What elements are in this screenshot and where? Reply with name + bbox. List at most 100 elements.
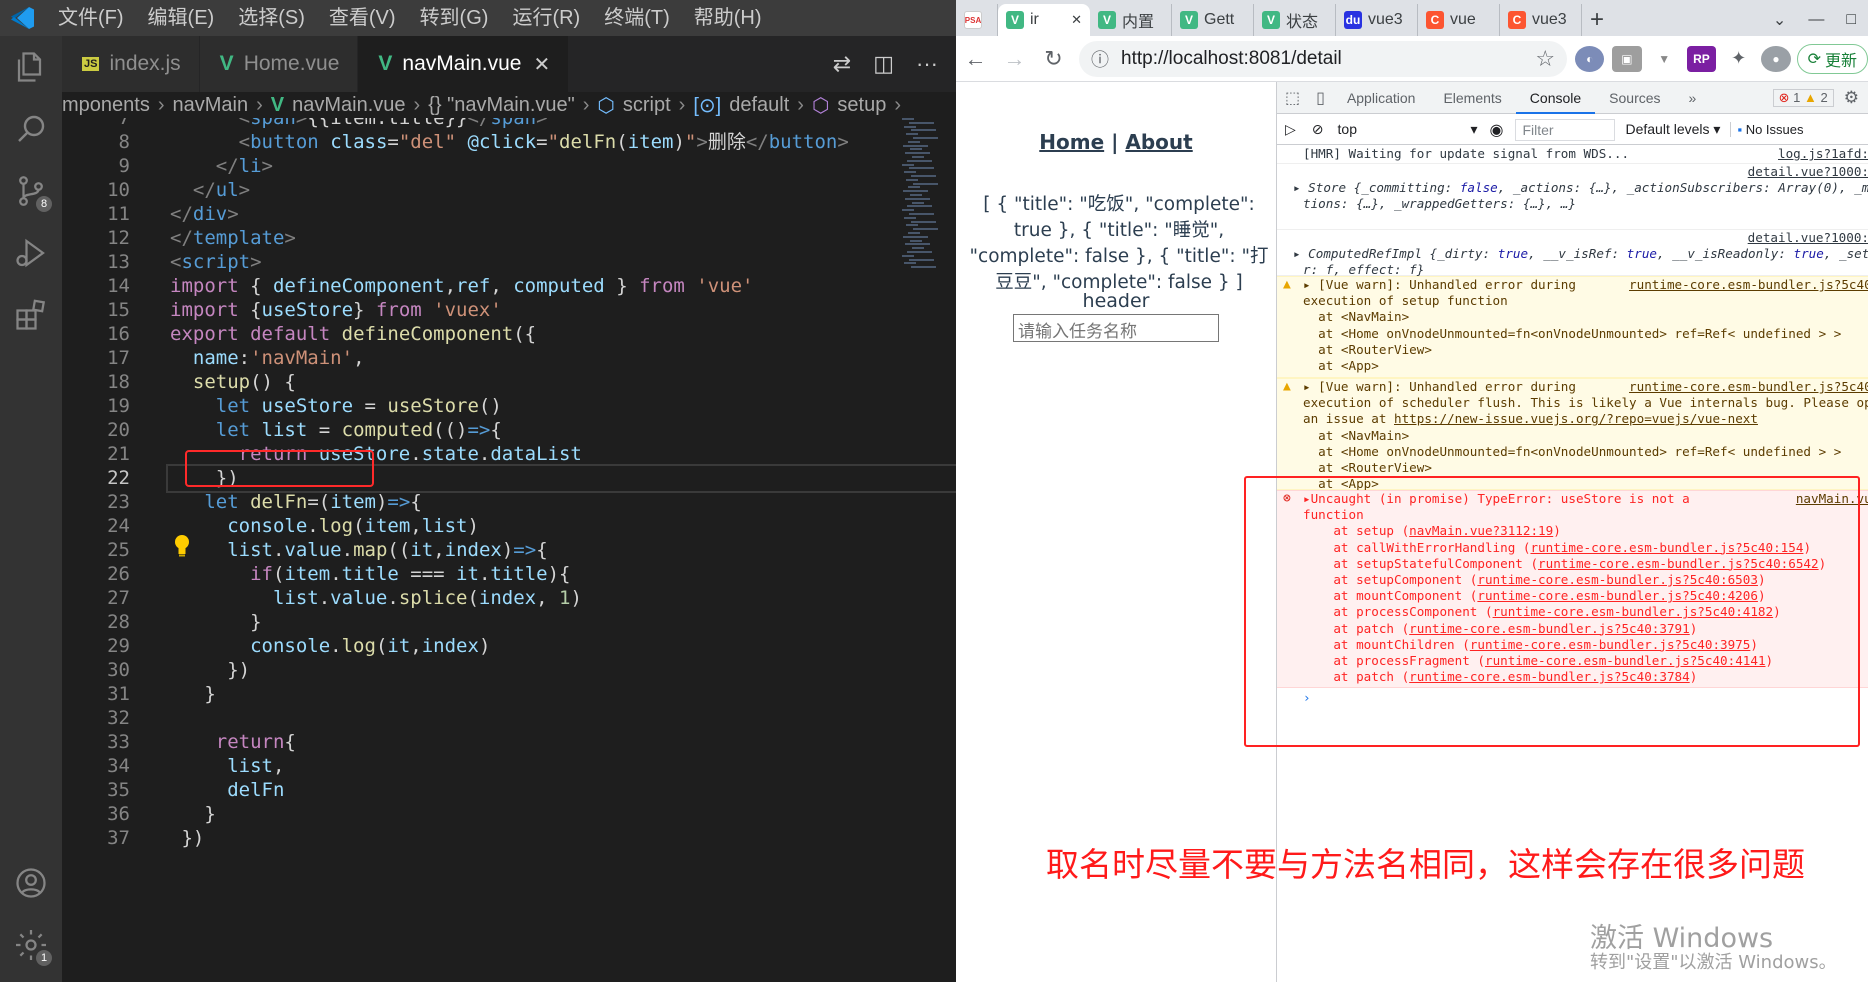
extension-icon[interactable]: ▣ — [1612, 45, 1642, 72]
menu-item[interactable]: 查看(V) — [317, 0, 408, 36]
browser-tab[interactable]: du vue3 — [1336, 4, 1418, 36]
minimap-line — [907, 205, 932, 208]
browser-tab[interactable]: V 内置 — [1090, 4, 1172, 36]
home-link[interactable]: Home — [1039, 130, 1104, 154]
minimap-line — [912, 201, 924, 204]
log-levels-dropdown[interactable]: Default levels ▾ — [1615, 121, 1730, 138]
minimap-line — [908, 186, 920, 189]
minimap-line — [903, 144, 928, 147]
close-tab-icon[interactable]: ✕ — [534, 52, 551, 77]
forward-arrow-icon[interactable]: → — [995, 46, 1034, 72]
devtools-settings-icon[interactable]: ⚙ — [1834, 88, 1868, 108]
split-editor-icon[interactable]: ◫ — [873, 51, 894, 77]
scm-badge: 8 — [36, 196, 52, 212]
extension-icon[interactable]: RP — [1686, 45, 1717, 72]
breadcrumb-item[interactable]: default — [729, 94, 789, 117]
console-filter-input[interactable]: Filter — [1515, 118, 1616, 141]
source-control-icon[interactable]: 8 — [0, 160, 62, 222]
issue-counter[interactable]: ⊗ 1 ▲ 2 — [1772, 88, 1834, 107]
browser-tab[interactable]: Cvue — [1418, 4, 1500, 36]
close-tab-icon[interactable]: ✕ — [1071, 12, 1082, 28]
menu-item[interactable]: 终端(T) — [592, 0, 682, 36]
psa-extension-tab[interactable]: PSA — [956, 4, 998, 36]
breadcrumb-item[interactable]: setup — [837, 94, 886, 117]
profile-avatar[interactable]: ● — [1761, 45, 1791, 72]
tab-application[interactable]: Application — [1333, 82, 1430, 114]
window-restore-icon[interactable]: □ — [1846, 11, 1856, 29]
browser-tab[interactable]: Vir ✕ — [998, 4, 1090, 36]
more-actions-icon[interactable]: ··· — [916, 51, 938, 77]
bookmark-star-icon[interactable]: ☆ — [1535, 46, 1555, 72]
source-link[interactable]: detail.vue?1000: — [1748, 164, 1868, 180]
minimap-line — [911, 175, 936, 177]
menu-item[interactable]: 转到(G) — [408, 0, 501, 36]
source-link[interactable]: runtime-core.esm-bundler.js?5c40: — [1629, 277, 1868, 292]
browser-tab[interactable]: V Gett — [1172, 4, 1254, 36]
tab-index-js[interactable]: JS index.js — [62, 36, 200, 92]
source-link[interactable]: detail.vue?1000: — [1748, 230, 1868, 246]
minimap-line — [903, 235, 928, 238]
router-nav: Home | About — [956, 130, 1276, 154]
device-toolbar-icon[interactable]: ▯ — [1308, 88, 1333, 108]
context-selector[interactable]: top ▾ — [1338, 121, 1478, 138]
breadcrumb-item[interactable]: navMain.vue — [292, 94, 405, 117]
minimap-line — [908, 140, 920, 143]
vue-file-icon: V — [378, 52, 393, 75]
more-tabs-icon[interactable]: » — [1675, 82, 1711, 114]
settings-gear-icon[interactable]: 1 — [0, 914, 62, 976]
menu-item[interactable]: 选择(S) — [226, 0, 317, 36]
lightbulb-icon[interactable] — [172, 534, 192, 558]
tab-elements[interactable]: Elements — [1429, 82, 1515, 114]
browser-tab[interactable]: Cvue3 — [1500, 4, 1582, 36]
task-name-input[interactable]: 请输入任务名称 — [1013, 314, 1219, 342]
breadcrumb-item[interactable]: script — [623, 94, 671, 117]
tab-home-vue[interactable]: V Home.vue — [199, 36, 359, 92]
new-tab-button[interactable]: + — [1582, 4, 1612, 36]
minimap-line — [910, 239, 922, 242]
minimap-line — [907, 159, 932, 162]
update-button[interactable]: ⟳ 更新 — [1796, 43, 1868, 74]
code-editor[interactable]: 7 <span>{{item.title}}</span> 8 <button c… — [62, 118, 956, 982]
source-link[interactable]: log.js?1afd: — [1778, 146, 1868, 162]
back-arrow-icon[interactable]: ← — [956, 46, 995, 72]
explorer-icon[interactable] — [0, 36, 62, 98]
tab-label: Home.vue — [243, 52, 340, 75]
minimap[interactable] — [902, 118, 956, 278]
browser-tab[interactable]: V 状态 — [1254, 4, 1336, 36]
tab-search-icon[interactable]: ⌄ — [1773, 10, 1786, 30]
menu-item[interactable]: 编辑(E) — [136, 0, 227, 36]
menu-item[interactable]: 文件(F) — [46, 0, 136, 36]
issues-button[interactable]: ▪ No Issues — [1730, 122, 1804, 137]
source-link[interactable]: runtime-core.esm-bundler.js?5c40: — [1629, 379, 1868, 394]
sidebar-toggle-icon[interactable]: ▷ — [1277, 121, 1304, 138]
breadcrumb-item[interactable]: mponents — [62, 94, 150, 117]
menu-item[interactable]: 运行(R) — [500, 0, 592, 36]
menu-item[interactable]: 帮助(H) — [682, 0, 774, 36]
tab-console[interactable]: Console — [1515, 82, 1596, 114]
clear-console-icon[interactable]: ⊘ — [1304, 121, 1332, 138]
about-link[interactable]: About — [1125, 130, 1192, 154]
inspect-element-icon[interactable]: ⬚ — [1277, 88, 1308, 108]
account-icon[interactable] — [0, 852, 62, 914]
minimap-line — [902, 209, 914, 212]
vue-devtools-icon[interactable]: ▼ — [1649, 45, 1679, 72]
puzzle-extensions-icon[interactable]: ✦ — [1724, 45, 1754, 72]
highlight-box-useStore — [185, 450, 374, 487]
tab-favicon-icon: V — [1098, 11, 1116, 29]
run-debug-icon[interactable] — [0, 222, 62, 284]
breadcrumb-item[interactable]: navMain — [173, 94, 249, 117]
reload-icon[interactable]: ↻ — [1034, 46, 1073, 72]
window-minimize-icon[interactable]: — — [1808, 11, 1824, 29]
breadcrumb-item[interactable]: {} "navMain.vue" — [428, 94, 575, 117]
extension-icon[interactable]: ◐ — [1575, 45, 1605, 72]
github-issue-link[interactable]: https://new-issue.vuejs.org/?repo=vuejs/… — [1394, 411, 1758, 426]
tab-navmain-vue[interactable]: V navMain.vue ✕ — [358, 36, 570, 92]
address-bar[interactable]: ⓘ http://localhost:8081/detail ☆ — [1079, 40, 1568, 77]
vue-file-icon: V — [219, 52, 234, 75]
extensions-icon[interactable] — [0, 284, 62, 346]
site-info-icon[interactable]: ⓘ — [1091, 46, 1109, 72]
tab-sources[interactable]: Sources — [1595, 82, 1674, 114]
search-icon[interactable] — [0, 98, 62, 160]
compare-changes-icon[interactable]: ⇄ — [833, 51, 851, 77]
eye-icon[interactable]: ◉ — [1478, 120, 1516, 140]
